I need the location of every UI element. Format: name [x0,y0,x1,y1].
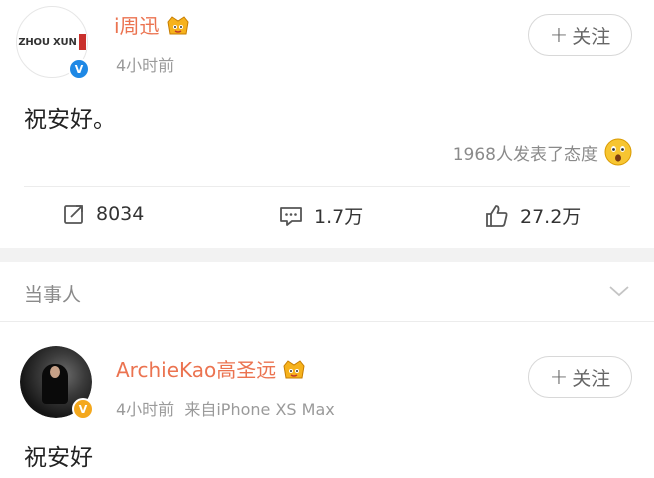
post-meta: 4小时前 来自iPhone XS Max [116,400,335,419]
reaction-summary[interactable]: 1968人发表了态度 [453,138,632,166]
post-content: 祝安好 [24,445,93,471]
seal-mark [78,34,86,50]
plus-icon: + [549,364,569,390]
post-time: 4小时前 [116,56,175,75]
section-title: 当事人 [24,284,82,306]
avatar-logo: ZHOU XUN [18,34,86,50]
username-archiekao[interactable]: ArchieKao高圣远 [116,354,306,383]
follow-button[interactable]: + 关注 [528,14,632,56]
shocked-face-icon [604,138,632,166]
username-zhouxun[interactable]: i周迅 [114,10,190,39]
crown-badge-icon [167,15,189,34]
avatar-archiekao[interactable]: V [20,346,94,420]
crown-badge-icon [283,359,305,378]
chevron-down-icon[interactable] [608,284,630,298]
post-card-zhouxun: ZHOU XUN V i周迅 4小时前 + 关注 祝安好。 1968人发表了态度 [0,0,654,248]
comment-icon [280,206,302,226]
repost-icon [64,205,83,224]
comment-button[interactable]: 1.7万 [278,202,363,229]
avatar-zhouxun[interactable]: ZHOU XUN V [16,6,90,80]
section-header-involved[interactable]: 当事人 [0,262,654,322]
follow-button[interactable]: + 关注 [528,356,632,398]
post-content: 祝安好。 [24,107,116,133]
plus-icon: + [549,22,569,48]
divider [24,186,630,187]
verified-badge-icon: V [68,58,90,80]
like-icon [486,204,508,227]
verified-badge-icon: V [72,398,94,420]
action-bar: 8034 1.7万 27.2万 [0,192,654,242]
repost-button[interactable]: 8034 [62,202,144,226]
like-button[interactable]: 27.2万 [484,202,581,229]
section-gap [0,248,654,262]
